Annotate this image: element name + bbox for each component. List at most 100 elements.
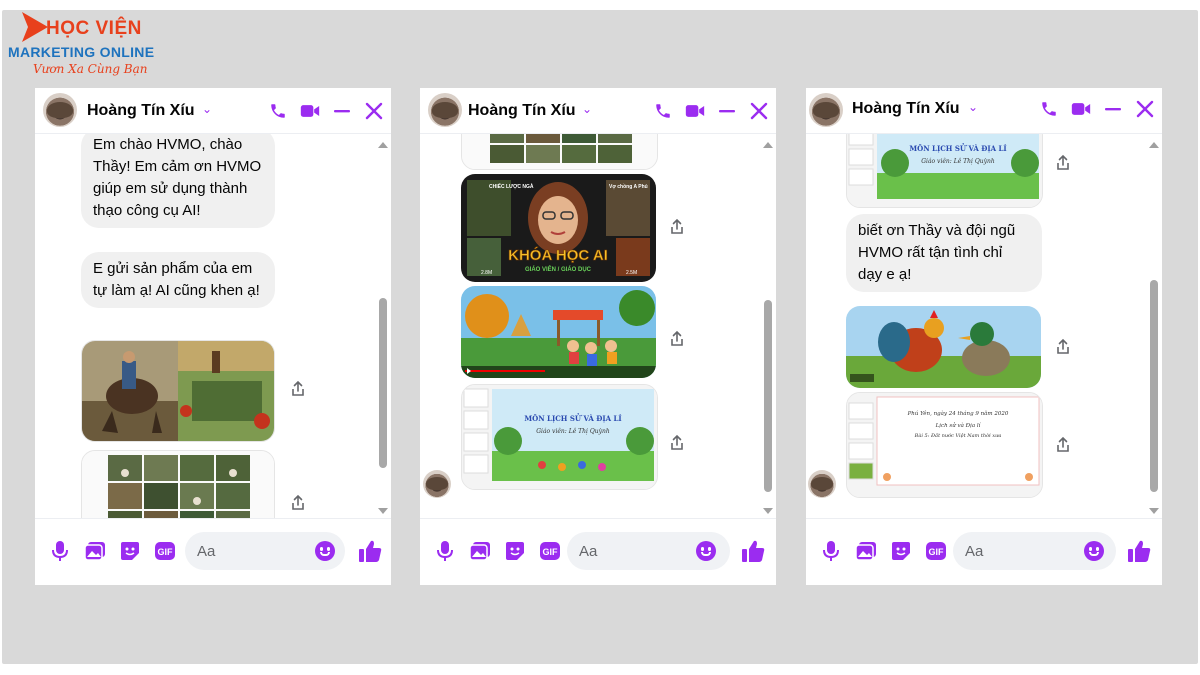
image-attachment[interactable]: [81, 450, 275, 518]
thumbs-up-icon[interactable]: [357, 538, 383, 564]
composer-bar: GIF: [35, 518, 391, 585]
chevron-down-icon[interactable]: ⌄: [202, 102, 212, 116]
share-icon[interactable]: [289, 380, 307, 398]
microphone-icon[interactable]: [820, 540, 842, 562]
brand-logo: HỌC VIỆN MARKETING ONLINE Vươn Xa Cùng B…: [8, 8, 178, 78]
warrior-painting-image: [82, 341, 274, 441]
video-icon[interactable]: [1070, 98, 1092, 120]
close-icon[interactable]: [363, 100, 385, 122]
poster-title: KHÓA HỌC AI: [508, 246, 608, 264]
chat-window-3: Hoàng Tín Xíu ⌄ MÔN LỊCH SỬ VÀ ĐỊA LÍ Gi…: [806, 88, 1162, 585]
gif-icon[interactable]: GIF: [154, 540, 176, 562]
message-list[interactable]: MÔN LỊCH SỬ VÀ ĐỊA LÍ Giáo viên: Lê Thị …: [806, 134, 1146, 518]
share-icon[interactable]: [668, 218, 686, 236]
chevron-down-icon[interactable]: ⌄: [582, 102, 592, 116]
slide-image[interactable]: MÔN LỊCH SỬ VÀ ĐỊA LÍ Giáo viên: Lê Thị …: [846, 134, 1043, 208]
chat-header: Hoàng Tín Xíu ⌄: [420, 88, 776, 134]
image-attachment[interactable]: [461, 134, 658, 170]
poster-subtitle: GIÁO VIÊN / GIÁO DỤC: [525, 265, 592, 273]
brand-slogan: Vươn Xa Cùng Bạn: [33, 62, 148, 76]
views-left: 2.8M: [481, 270, 492, 276]
video-icon[interactable]: [299, 100, 321, 122]
phone-icon[interactable]: [1038, 98, 1060, 120]
slide-subtitle: Giáo viên: Lê Thị Quỳnh: [921, 158, 995, 165]
close-icon[interactable]: [1134, 98, 1156, 120]
contact-name[interactable]: Hoàng Tín Xíu: [87, 102, 195, 120]
scrollbar-thumb[interactable]: [1150, 280, 1158, 492]
phone-icon[interactable]: [652, 100, 674, 122]
gallery-icon[interactable]: [84, 540, 106, 562]
letter-slide-image[interactable]: Phú Yên, ngày 24 tháng 9 năm 2020 Lịch s…: [846, 392, 1043, 498]
minimize-icon[interactable]: [331, 100, 353, 122]
phone-icon[interactable]: [267, 100, 289, 122]
chat-header: Hoàng Tín Xíu ⌄: [35, 88, 391, 134]
gallery-icon[interactable]: [469, 540, 491, 562]
gif-icon[interactable]: GIF: [539, 540, 561, 562]
sticker-icon[interactable]: [119, 540, 141, 562]
video-icon[interactable]: [684, 100, 706, 122]
contact-avatar[interactable]: [809, 93, 843, 127]
chat-window-1: Hoàng Tín Xíu ⌄ Em chào HVMO, chào Thầy!…: [35, 88, 391, 585]
scroll-down-arrow-icon[interactable]: [1149, 508, 1159, 514]
scrollbar-thumb[interactable]: [379, 298, 387, 468]
message-bubble: biết ơn Thầy và đội ngũ HVMO rất tận tìn…: [846, 214, 1042, 292]
gallery-icon[interactable]: [855, 540, 877, 562]
scrollbar[interactable]: [377, 140, 389, 516]
scroll-up-arrow-icon[interactable]: [378, 142, 388, 148]
emoji-icon[interactable]: [696, 541, 716, 561]
gif-icon[interactable]: GIF: [925, 540, 947, 562]
share-icon[interactable]: [1054, 154, 1072, 172]
image-attachment[interactable]: [81, 340, 275, 442]
emoji-icon[interactable]: [1084, 541, 1104, 561]
contact-name[interactable]: Hoàng Tín Xíu: [468, 102, 576, 120]
scroll-down-arrow-icon[interactable]: [378, 508, 388, 514]
close-icon[interactable]: [748, 100, 770, 122]
svg-text:GIF: GIF: [158, 547, 174, 557]
share-icon[interactable]: [1054, 436, 1072, 454]
thumbs-up-icon[interactable]: [740, 538, 766, 564]
contact-avatar[interactable]: [428, 93, 462, 127]
views-right: 2.5M: [626, 270, 637, 276]
chevron-down-icon[interactable]: ⌄: [968, 100, 978, 114]
chat-window-2: Hoàng Tín Xíu ⌄ CHIẾC LƯỢC NGÀ Vợ chồng …: [420, 88, 776, 585]
scrollbar[interactable]: [1148, 140, 1160, 516]
sticker-icon[interactable]: [504, 540, 526, 562]
forest-grid-image: [82, 451, 274, 518]
share-icon[interactable]: [668, 330, 686, 348]
composer-bar: GIF: [420, 518, 776, 585]
composer-bar: GIF: [806, 518, 1162, 585]
video-thumbnail[interactable]: [461, 286, 656, 378]
brand-name-line2: MARKETING ONLINE: [8, 44, 155, 60]
contact-name[interactable]: Hoàng Tín Xíu: [852, 100, 960, 118]
contact-avatar[interactable]: [43, 93, 77, 127]
share-icon[interactable]: [668, 434, 686, 452]
minimize-icon[interactable]: [716, 100, 738, 122]
minimize-icon[interactable]: [1102, 98, 1124, 120]
scroll-down-arrow-icon[interactable]: [763, 508, 773, 514]
scrollbar[interactable]: [762, 140, 774, 516]
course-poster-image[interactable]: CHIẾC LƯỢC NGÀ Vợ chồng A Phủ KHÓA HỌC A…: [461, 174, 656, 282]
scrollbar-thumb[interactable]: [764, 300, 772, 492]
scroll-up-arrow-icon[interactable]: [763, 142, 773, 148]
microphone-icon[interactable]: [434, 540, 456, 562]
rooster-duck-image[interactable]: [846, 306, 1041, 388]
sender-avatar: [423, 470, 451, 498]
sticker-icon[interactable]: [890, 540, 912, 562]
scroll-up-arrow-icon[interactable]: [1149, 142, 1159, 148]
share-icon[interactable]: [1054, 338, 1072, 356]
letter-line3: Bài 5: Đất nước Việt Nam thời xưa: [914, 432, 1002, 439]
slide-image[interactable]: MÔN LỊCH SỬ VÀ ĐỊA LÍ Giáo viên: Lê Thị …: [461, 384, 658, 490]
letter-line1: Phú Yên, ngày 24 tháng 9 năm 2020: [907, 410, 1009, 417]
slide-title: MÔN LỊCH SỬ VÀ ĐỊA LÍ: [909, 143, 1006, 153]
slide-title: MÔN LỊCH SỬ VÀ ĐỊA LÍ: [524, 413, 621, 423]
thumbs-up-icon[interactable]: [1126, 538, 1152, 564]
chat-header: Hoàng Tín Xíu ⌄: [806, 88, 1162, 134]
emoji-icon[interactable]: [315, 541, 335, 561]
poster-tr-text: Vợ chồng A Phủ: [609, 184, 648, 190]
share-icon[interactable]: [289, 494, 307, 512]
microphone-icon[interactable]: [49, 540, 71, 562]
message-list[interactable]: CHIẾC LƯỢC NGÀ Vợ chồng A Phủ KHÓA HỌC A…: [420, 134, 760, 518]
message-list[interactable]: Em chào HVMO, chào Thầy! Em cảm ơn HVMO …: [35, 134, 375, 518]
letter-line2: Lịch sử và Địa lí: [935, 422, 982, 429]
message-bubble: Em chào HVMO, chào Thầy! Em cảm ơn HVMO …: [81, 134, 275, 228]
